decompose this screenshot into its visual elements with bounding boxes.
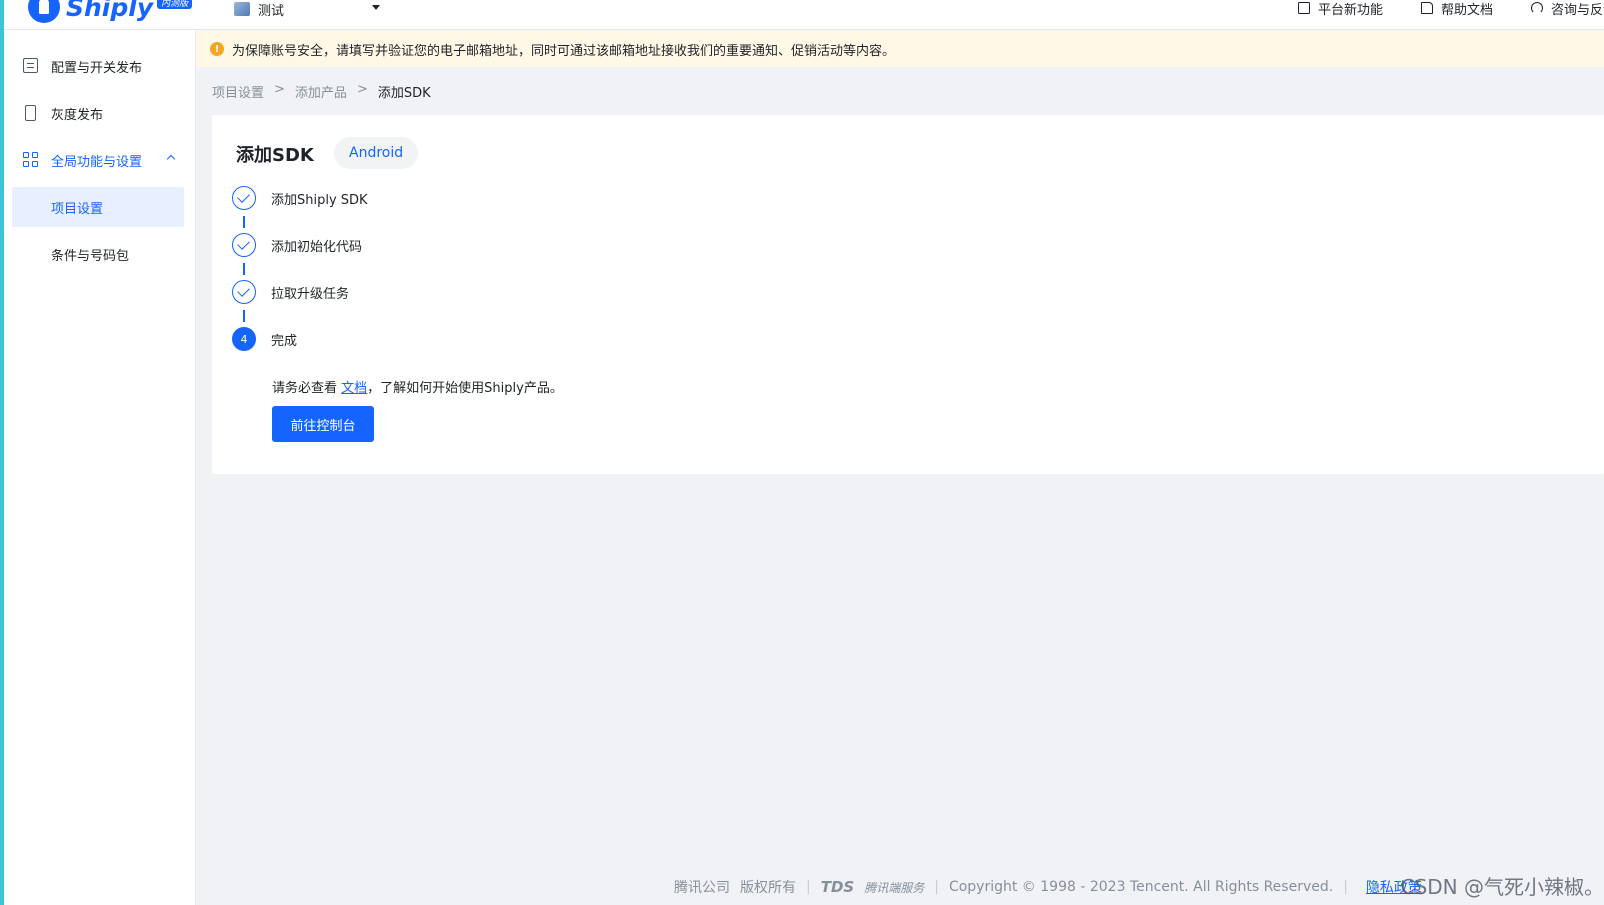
docs-link[interactable]: 文档: [341, 381, 367, 396]
hint-suffix: ，了解如何开始使用Shiply产品。: [367, 381, 563, 396]
logo-text: Shiply: [66, 0, 154, 22]
hint-prefix: 请务必查看: [272, 381, 338, 396]
sidebar-item-global-settings[interactable]: 全局功能与设置: [12, 140, 184, 180]
project-icon: [234, 2, 250, 16]
project-selector[interactable]: 测试: [234, 0, 380, 19]
document-icon: [1420, 2, 1433, 14]
sidebar-item-label: 全局功能与设置: [51, 154, 143, 170]
list-icon: [23, 58, 38, 73]
breadcrumb: 项目设置 > 添加产品 > 添加SDK: [212, 82, 431, 101]
phone-icon: [25, 105, 36, 121]
step-add-sdk: 添加Shiply SDK: [232, 186, 368, 210]
top-links: 平台新功能 帮助文档 咨询与反馈: [1297, 0, 1604, 18]
shiply-logo[interactable]: Shiply 内测版: [28, 0, 193, 24]
check-icon: [232, 280, 256, 304]
footer-divider: |: [806, 879, 811, 895]
breadcrumb-project-settings[interactable]: 项目设置: [212, 82, 264, 101]
headset-icon: [1530, 2, 1543, 14]
csdn-watermark: CSDN @气死小辣椒。: [1400, 875, 1604, 899]
beta-badge: 内测版: [157, 0, 193, 9]
page-title: 添加SDK: [236, 145, 314, 166]
sidebar-subitem-label: 项目设置: [51, 201, 104, 217]
breadcrumb-separator: >: [356, 82, 368, 97]
breadcrumb-separator: >: [274, 82, 285, 97]
sidebar-subitem-conditions[interactable]: 条件与号码包: [12, 234, 184, 274]
feedback-label: 咨询与反馈: [1550, 2, 1604, 18]
step-init-code: 添加初始化代码: [232, 233, 362, 257]
tds-logo: TDS: [820, 878, 855, 896]
step-label: 添加Shiply SDK: [271, 192, 368, 208]
warning-icon: !: [210, 42, 224, 56]
caret-down-icon: [372, 5, 380, 10]
email-verification-notice: ! 为保障账号安全，请填写并验证您的电子邮箱地址，同时可通过该邮箱地址接收我们的…: [196, 31, 1604, 67]
check-icon: [232, 233, 256, 257]
step-connector: [243, 310, 245, 322]
footer-copyright: Copyright © 1998 - 2023 Tencent. All Rig…: [948, 879, 1334, 895]
new-feature-icon: [1297, 2, 1310, 14]
notice-text: 为保障账号安全，请填写并验证您的电子邮箱地址，同时可通过该邮箱地址接收我们的重要…: [232, 43, 896, 59]
platform-tag: Android: [334, 137, 419, 169]
docs-hint: 请务必查看 文档，了解如何开始使用Shiply产品。: [272, 377, 563, 396]
breadcrumb-current: 添加SDK: [377, 86, 431, 101]
tds-text: 腾讯端服务: [864, 880, 925, 895]
footer: 腾讯公司 版权所有 | TDS 腾讯端服务 | Copyright © 1998…: [674, 877, 1422, 897]
feedback-link[interactable]: 咨询与反馈: [1530, 0, 1604, 18]
step-label: 完成: [271, 333, 298, 349]
shiply-logo-icon: [28, 0, 60, 23]
footer-rights: 版权所有: [740, 880, 796, 896]
sidebar-subitem-label: 条件与号码包: [51, 248, 130, 264]
sidebar-item-config-release[interactable]: 配置与开关发布: [12, 46, 184, 86]
check-icon: [232, 186, 256, 210]
step-fetch-upgrade: 拉取升级任务: [232, 280, 349, 304]
sidebar-subitem-project-settings[interactable]: 项目设置: [12, 187, 184, 227]
step-label: 拉取升级任务: [271, 286, 350, 302]
help-docs-label: 帮助文档: [1440, 2, 1493, 18]
chevron-up-icon: [166, 154, 176, 164]
footer-divider: |: [934, 879, 939, 895]
add-sdk-card: 添加SDK Android 添加Shiply SDK 添加初始化代码 拉取升级任…: [212, 115, 1604, 474]
step-connector: [243, 263, 245, 275]
step-complete: 4 完成: [232, 327, 297, 351]
project-name: 测试: [258, 3, 285, 19]
footer-divider: |: [1343, 879, 1348, 895]
go-to-console-button[interactable]: 前往控制台: [272, 406, 374, 442]
help-docs-link[interactable]: 帮助文档: [1420, 0, 1493, 18]
sidebar: 配置与开关发布 灰度发布 全局功能与设置 项目设置 条件与号码包: [4, 30, 196, 905]
new-features-label: 平台新功能: [1317, 2, 1383, 18]
step-connector: [243, 216, 245, 228]
sidebar-item-gray-release[interactable]: 灰度发布: [12, 93, 184, 133]
top-bar: Shiply 内测版 测试 平台新功能 帮助文档 咨询与反馈: [4, 0, 1604, 30]
step-label: 添加初始化代码: [271, 239, 363, 255]
sidebar-item-label: 配置与开关发布: [51, 60, 143, 76]
sidebar-item-label: 灰度发布: [51, 107, 104, 123]
footer-company: 腾讯公司: [674, 880, 730, 896]
new-features-link[interactable]: 平台新功能: [1297, 0, 1383, 18]
grid-icon: [23, 152, 38, 167]
step-number-badge: 4: [232, 327, 256, 351]
breadcrumb-add-product[interactable]: 添加产品: [295, 82, 347, 101]
